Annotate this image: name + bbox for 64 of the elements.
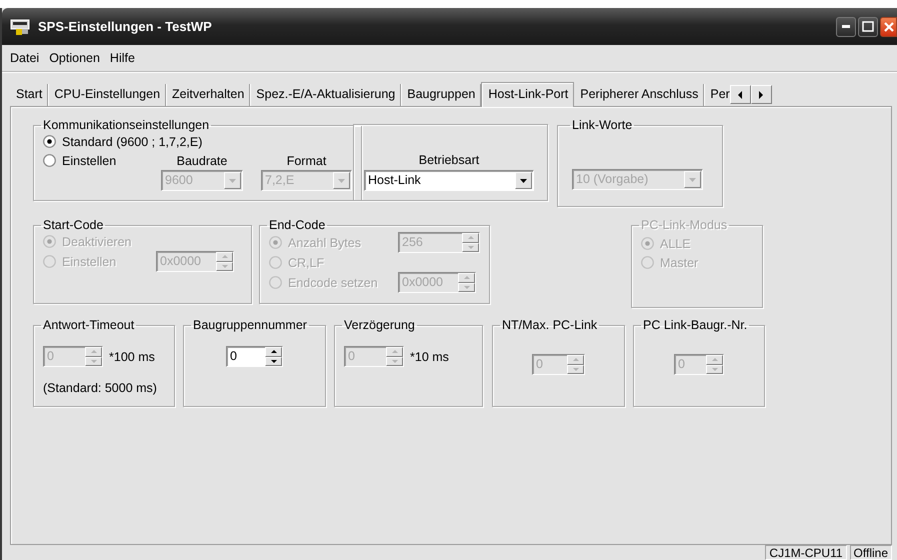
tab[interactable]: Peripherer Anschluss bbox=[574, 84, 704, 106]
group-title: Verzögerung bbox=[343, 318, 416, 332]
tab[interactable]: Per bbox=[704, 84, 730, 106]
radio-option[interactable]: Einstellen bbox=[43, 151, 116, 170]
minimize-icon bbox=[842, 25, 850, 28]
dropdown[interactable]: Host-Link bbox=[364, 170, 534, 191]
spin-box[interactable]: 0 bbox=[226, 346, 283, 367]
spin-down-icon bbox=[572, 368, 578, 371]
menu-item[interactable]: Hilfe bbox=[104, 51, 140, 65]
tab[interactable]: Host-Link-Port bbox=[481, 82, 574, 107]
device-icon bbox=[10, 18, 30, 34]
spin-down-icon bbox=[90, 360, 96, 363]
dropdown-arrow-icon bbox=[689, 178, 696, 182]
dropdown-arrow-icon bbox=[338, 178, 345, 182]
spin-down-icon bbox=[712, 368, 718, 371]
spin-up-icon bbox=[464, 276, 470, 280]
close-icon bbox=[884, 22, 894, 32]
group-title: PC-Link-Modus bbox=[640, 218, 728, 232]
field-label: Baudrate bbox=[176, 154, 228, 168]
spin-up-icon bbox=[270, 350, 276, 354]
minimize-button[interactable] bbox=[836, 16, 856, 36]
group-title: Link-Worte bbox=[571, 118, 634, 132]
right-arrow-icon bbox=[759, 90, 764, 98]
spin-down-icon bbox=[270, 360, 276, 363]
dropdown-arrow-icon bbox=[520, 178, 527, 182]
tab[interactable]: Zeitverhalten bbox=[166, 84, 250, 106]
field-label: Format bbox=[286, 154, 328, 168]
spin-up-icon bbox=[712, 358, 718, 362]
spin-down-icon bbox=[222, 264, 228, 268]
spin-up-icon bbox=[572, 358, 578, 362]
maximize-icon bbox=[862, 21, 874, 32]
group-title: Kommunikationseinstellungen bbox=[42, 118, 210, 132]
close-button[interactable] bbox=[880, 16, 897, 36]
spin-down-icon bbox=[392, 360, 398, 363]
spin-up-icon bbox=[90, 350, 96, 354]
radio-option[interactable]: Standard (9600 ; 1,7,2,E) bbox=[43, 132, 202, 151]
tab[interactable]: CPU-Einstellungen bbox=[48, 84, 166, 106]
menu-item[interactable]: Optionen bbox=[44, 51, 105, 65]
group-title: PC Link-Baugr.-Nr. bbox=[642, 318, 748, 332]
tab[interactable]: Start bbox=[10, 84, 48, 106]
group-title: Baugruppennummer bbox=[192, 318, 308, 332]
group-title: Start-Code bbox=[42, 218, 104, 232]
spin-up-icon bbox=[392, 350, 398, 354]
spin-down-icon bbox=[468, 246, 474, 249]
menu-item[interactable]: Datei bbox=[5, 51, 44, 65]
status-field: CJ1M-CPU11 bbox=[765, 545, 847, 560]
left-arrow-icon bbox=[738, 90, 742, 98]
unit-label: *10 ms bbox=[410, 350, 449, 364]
group-title: End-Code bbox=[268, 218, 326, 232]
spin-up-icon bbox=[222, 255, 228, 258]
group-title: NT/Max. PC-Link bbox=[501, 318, 598, 332]
tab[interactable]: Spez.-E/A-Aktualisierung bbox=[250, 84, 402, 106]
scroll-right-button[interactable] bbox=[750, 85, 772, 104]
unit-label: *100 ms bbox=[109, 350, 155, 364]
hint-text: (Standard: 5000 ms) bbox=[43, 381, 157, 395]
spin-up-icon bbox=[468, 236, 474, 240]
dropdown-arrow-icon bbox=[229, 178, 236, 182]
spin-down-icon bbox=[464, 286, 470, 289]
scroll-left-button[interactable] bbox=[730, 85, 751, 104]
group-title: Antwort-Timeout bbox=[42, 318, 136, 332]
maximize-button[interactable] bbox=[858, 16, 878, 36]
field-label: Betriebsart bbox=[418, 153, 480, 167]
window-title: SPS-Einstellungen - TestWP bbox=[38, 19, 213, 34]
status-field: Offline bbox=[850, 545, 892, 560]
